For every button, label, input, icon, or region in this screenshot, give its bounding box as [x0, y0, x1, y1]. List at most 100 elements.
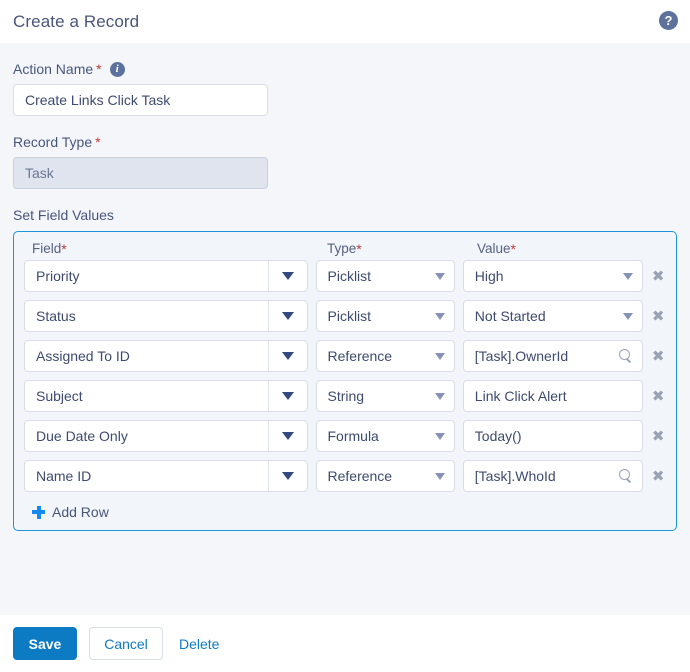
- page-title: Create a Record: [13, 11, 140, 31]
- column-headers: Field * Type * Value *: [24, 241, 666, 260]
- field-cell: Priority: [24, 260, 308, 292]
- required-marker: *: [95, 134, 101, 150]
- chevron-down-icon: [281, 352, 294, 360]
- search-icon[interactable]: [619, 469, 633, 483]
- value-picklist[interactable]: High: [462, 260, 644, 292]
- field-text: Due Date Only: [36, 428, 128, 444]
- type-picklist[interactable]: Picklist: [315, 260, 455, 292]
- delete-row-icon[interactable]: ✖: [650, 469, 666, 484]
- chevron-down-icon: [623, 312, 634, 320]
- value-cell: Link Click Alert: [462, 380, 644, 412]
- field-picklist[interactable]: Subject: [24, 380, 308, 412]
- table-row: Priority Picklist High ✖: [24, 260, 666, 292]
- type-picklist[interactable]: String: [315, 380, 455, 412]
- delete-row-icon[interactable]: ✖: [650, 269, 666, 284]
- required-marker: *: [61, 240, 67, 257]
- value-text: [Task].WhoId: [474, 468, 556, 484]
- value-lookup-input[interactable]: [Task].WhoId: [462, 460, 644, 492]
- field-value-rows: Priority Picklist High ✖ Status Picklist Not S…: [24, 260, 666, 492]
- table-row: Status Picklist Not Started ✖: [24, 300, 666, 332]
- field-picklist[interactable]: Name ID: [24, 460, 308, 492]
- field-picklist[interactable]: Status: [24, 300, 308, 332]
- delete-link[interactable]: Delete: [179, 636, 219, 652]
- field-text: Subject: [36, 388, 83, 404]
- type-picklist[interactable]: Reference: [315, 460, 455, 492]
- delete-row-icon[interactable]: ✖: [650, 429, 666, 444]
- field-dropdown-button[interactable]: [267, 301, 307, 331]
- type-text: String: [327, 388, 365, 404]
- value-text: Link Click Alert: [474, 388, 567, 404]
- record-type-input: [13, 157, 268, 189]
- field-dropdown-button[interactable]: [267, 461, 307, 491]
- type-picklist[interactable]: Reference: [315, 340, 455, 372]
- field-text: Assigned To ID: [36, 348, 130, 364]
- type-cell: Formula: [315, 420, 455, 452]
- column-header-value: Value *: [470, 241, 666, 256]
- delete-row-icon[interactable]: ✖: [650, 349, 666, 364]
- help-icon[interactable]: ?: [659, 11, 678, 30]
- action-name-input[interactable]: [13, 84, 268, 116]
- search-icon[interactable]: [619, 349, 633, 363]
- required-marker: *: [96, 61, 102, 77]
- set-field-values-label: Set Field Values: [13, 207, 114, 223]
- field-dropdown-button[interactable]: [267, 381, 307, 411]
- value-lookup-input[interactable]: [Task].OwnerId: [462, 340, 644, 372]
- field-dropdown-button[interactable]: [267, 421, 307, 451]
- type-text: Formula: [327, 428, 379, 444]
- field-cell: Name ID: [24, 460, 308, 492]
- value-cell: [Task].WhoId: [462, 460, 644, 492]
- type-cell: Picklist: [315, 300, 455, 332]
- chevron-down-icon: [434, 272, 445, 280]
- chevron-down-icon: [434, 312, 445, 320]
- column-header-type-label: Type: [327, 241, 357, 256]
- chevron-down-icon: [434, 432, 445, 440]
- field-dropdown-button[interactable]: [267, 261, 307, 291]
- value-text: Not Started: [474, 308, 546, 324]
- add-row-label: Add Row: [52, 504, 109, 520]
- field-picklist[interactable]: Assigned To ID: [24, 340, 308, 372]
- value-picklist[interactable]: Not Started: [462, 300, 644, 332]
- save-button[interactable]: Save: [13, 627, 77, 660]
- column-header-value-label: Value: [477, 241, 511, 256]
- value-cell: High: [462, 260, 644, 292]
- field-text: Status: [36, 308, 76, 324]
- value-text: Today(): [474, 428, 522, 444]
- field-picklist[interactable]: Due Date Only: [24, 420, 308, 452]
- chevron-down-icon: [281, 312, 294, 320]
- type-picklist[interactable]: Picklist: [315, 300, 455, 332]
- record-type-label: Record Type *: [13, 134, 677, 150]
- value-text-input[interactable]: Today(): [462, 420, 644, 452]
- value-cell: Today(): [462, 420, 644, 452]
- column-header-field: Field *: [24, 241, 321, 256]
- chevron-down-icon: [623, 272, 634, 280]
- action-name-label: Action Name * i: [13, 61, 677, 77]
- delete-row-icon[interactable]: ✖: [650, 389, 666, 404]
- delete-row-icon[interactable]: ✖: [650, 309, 666, 324]
- table-row: Name ID Reference [Task].WhoId ✖: [24, 460, 666, 492]
- field-cell: Status: [24, 300, 308, 332]
- set-field-values-group: Set Field Values Field * Type * Value * Pri…: [13, 207, 677, 531]
- set-field-values-panel: Field * Type * Value * Priority Picklist High…: [13, 231, 677, 531]
- type-picklist[interactable]: Formula: [315, 420, 455, 452]
- type-text: Reference: [327, 468, 393, 484]
- table-row: Subject String Link Click Alert ✖: [24, 380, 666, 412]
- required-marker: *: [356, 240, 362, 257]
- field-text: Name ID: [36, 468, 92, 484]
- value-text-input[interactable]: Link Click Alert: [462, 380, 644, 412]
- info-icon[interactable]: i: [109, 61, 125, 77]
- value-cell: [Task].OwnerId: [462, 340, 644, 372]
- type-cell: Picklist: [315, 260, 455, 292]
- action-name-group: Action Name * i: [13, 61, 677, 116]
- field-cell: Assigned To ID: [24, 340, 308, 372]
- field-picklist[interactable]: Priority: [24, 260, 308, 292]
- chevron-down-icon: [434, 352, 445, 360]
- type-cell: Reference: [315, 460, 455, 492]
- field-dropdown-button[interactable]: [267, 341, 307, 371]
- cancel-button[interactable]: Cancel: [89, 627, 163, 660]
- action-name-label-text: Action Name: [13, 61, 94, 77]
- type-cell: String: [315, 380, 455, 412]
- column-header-field-label: Field: [32, 241, 62, 256]
- add-row-button[interactable]: Add Row: [24, 500, 109, 522]
- chevron-down-icon: [281, 432, 294, 440]
- dialog-footer: Save Cancel Delete: [0, 615, 690, 672]
